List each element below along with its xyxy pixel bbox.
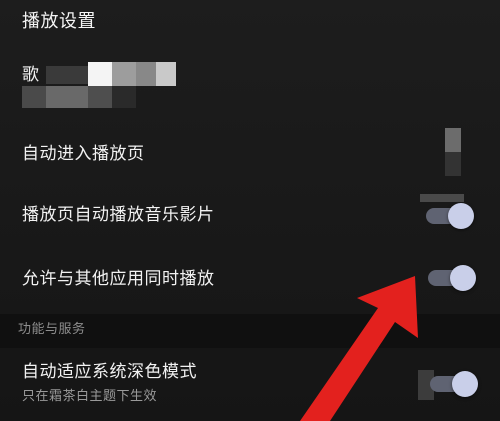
mosaic-censor bbox=[420, 194, 464, 202]
allow-simultaneous-label: 允许与其他应用同时播放 bbox=[22, 269, 215, 289]
toggle-thumb bbox=[452, 371, 478, 397]
group-header-label: 功能与服务 bbox=[18, 322, 86, 337]
red-arrow-icon bbox=[300, 276, 418, 421]
dark-mode-toggle[interactable] bbox=[430, 370, 478, 398]
section-title-playback-settings: 播放设置 bbox=[22, 11, 96, 32]
toggle-thumb bbox=[450, 265, 476, 291]
lyrics-row-label: 歌 bbox=[22, 65, 40, 85]
auto-enter-play-page-label: 自动进入播放页 bbox=[22, 144, 145, 164]
settings-screen: 播放设置 歌 自动进入播放页 播放页自动播放音乐影片 允许与其他应用同时播放 功… bbox=[0, 0, 500, 421]
toggle-thumb bbox=[448, 203, 474, 229]
allow-simultaneous-toggle[interactable] bbox=[428, 264, 476, 292]
dark-mode-sub: 只在霜茶白主题下生效 bbox=[22, 389, 158, 404]
autoplay-music-video-toggle[interactable] bbox=[426, 202, 474, 230]
group-header-functions: 功能与服务 bbox=[0, 314, 500, 348]
dark-mode-label: 自动适应系统深色模式 bbox=[22, 362, 197, 382]
autoplay-music-video-label: 播放页自动播放音乐影片 bbox=[22, 205, 215, 225]
